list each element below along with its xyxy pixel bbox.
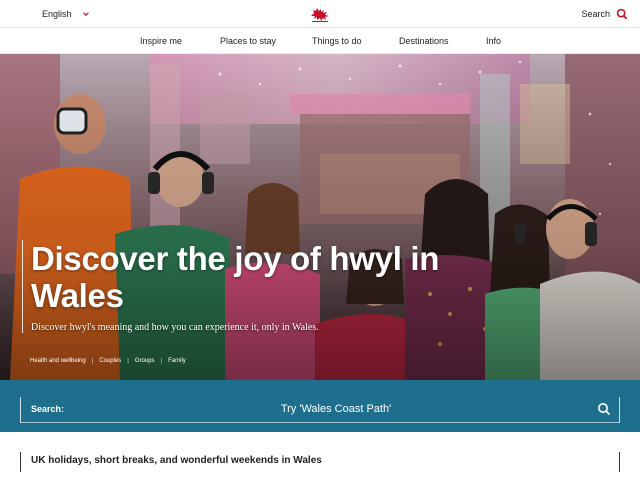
hero-text-block: Discover the joy of hwyl in Wales Discov… <box>22 240 462 333</box>
search-icon[interactable] <box>597 402 611 416</box>
site-search-label: Search: <box>31 404 65 414</box>
tag-couples[interactable]: Couples <box>99 358 121 364</box>
nav-item-places-to-stay[interactable]: Places to stay <box>220 36 276 46</box>
tag-separator: | <box>91 358 94 364</box>
nav-item-things-to-do[interactable]: Things to do <box>312 36 362 46</box>
nav-item-destinations[interactable]: Destinations <box>399 36 449 46</box>
hero-tag-list: Health and wellbeing | Couples | Groups … <box>30 358 186 364</box>
header-search-button[interactable]: Search <box>581 8 628 20</box>
top-bar: English Search <box>0 0 640 28</box>
search-icon <box>616 8 628 20</box>
tag-separator: | <box>127 358 129 364</box>
tag-health-and-wellbeing[interactable]: Health and wellbeing <box>30 358 86 364</box>
tag-separator: | <box>160 358 163 364</box>
tag-groups[interactable]: Groups <box>135 358 155 364</box>
chevron-down-icon <box>82 12 89 17</box>
site-search-box: Search: <box>20 397 620 423</box>
header-search-label: Search <box>581 9 610 19</box>
tag-family[interactable]: Family <box>168 358 186 364</box>
hero-subtitle: Discover hwyl's meaning and how you can … <box>31 322 319 333</box>
site-search-input[interactable] <box>121 399 551 419</box>
main-nav: Inspire me Places to stay Things to do D… <box>0 28 640 54</box>
hero-title: Discover the joy of hwyl in Wales <box>31 240 440 314</box>
nav-item-info[interactable]: Info <box>486 36 501 46</box>
hero-banner: Discover the joy of hwyl in Wales Discov… <box>0 54 640 380</box>
site-search-band: Search: <box>0 380 640 432</box>
language-selector[interactable]: English <box>42 9 90 19</box>
nav-item-inspire-me[interactable]: Inspire me <box>140 36 182 46</box>
intro-heading: UK holidays, short breaks, and wonderful… <box>31 455 322 466</box>
welsh-dragon-logo-icon[interactable] <box>309 4 331 24</box>
language-label: English <box>42 9 72 19</box>
intro-section: UK holidays, short breaks, and wonderful… <box>20 452 620 472</box>
